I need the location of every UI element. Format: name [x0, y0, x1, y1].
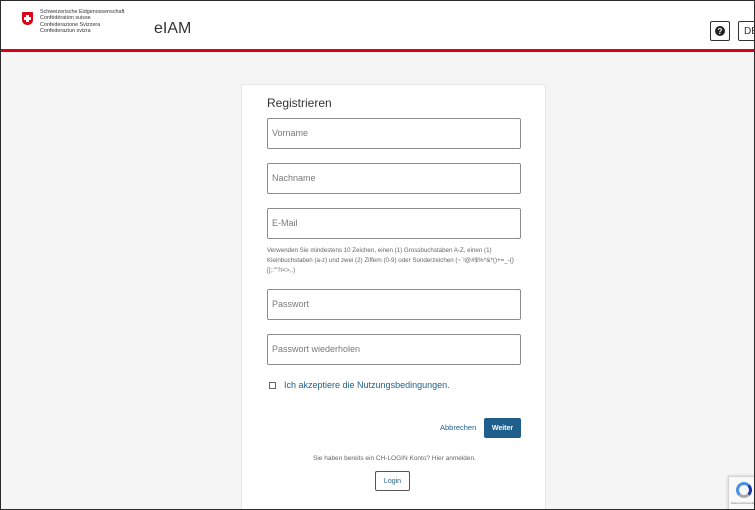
swiss-cross-icon	[22, 12, 33, 25]
help-button[interactable]: ?	[710, 21, 730, 41]
language-selector[interactable]: DE	[738, 21, 754, 41]
last-name-input[interactable]: Nachname	[267, 163, 521, 194]
browser-frame: Schweizerische Eidgenossenschaft Confédé…	[0, 0, 755, 510]
terms-checkbox[interactable]	[269, 381, 276, 389]
registration-card: Registrieren Vorname Nachname E-Mail Ver…	[241, 84, 546, 509]
terms-row: Ich akzeptiere die Nutzungsbedingungen.	[269, 380, 450, 390]
first-name-input[interactable]: Vorname	[267, 118, 521, 149]
confederation-line: Confederaziun svizra	[40, 28, 91, 35]
recaptcha-badge[interactable]: Datenschutzerklärung · Nutzungsbedingung…	[728, 476, 755, 510]
recaptcha-text: Datenschutzerklärung · Nutzungsbedingung…	[731, 501, 755, 510]
cancel-button[interactable]: Abbrechen	[440, 423, 476, 432]
email-input[interactable]: E-Mail	[267, 208, 521, 239]
login-button[interactable]: Login	[375, 471, 410, 491]
next-button[interactable]: Weiter	[484, 418, 521, 438]
password-repeat-input[interactable]: Passwort wiederholen	[267, 334, 521, 365]
login-prompt: Sie haben bereits ein CH-LOGIN Konto? Hi…	[313, 455, 476, 462]
password-input[interactable]: Passwort	[267, 289, 521, 320]
app-title: eIAM	[154, 20, 192, 37]
site-header: Schweizerische Eidgenossenschaft Confédé…	[1, 1, 754, 52]
question-circle-icon: ?	[715, 26, 725, 36]
confederation-wordmark: Schweizerische Eidgenossenschaft Confédé…	[40, 9, 125, 35]
form-title: Registrieren	[267, 96, 332, 110]
recaptcha-icon	[736, 482, 752, 498]
terms-link[interactable]: Ich akzeptiere die Nutzungsbedingungen.	[284, 380, 450, 390]
password-hint: Verwenden Sie mindestens 10 Zeichen, ein…	[267, 247, 514, 274]
